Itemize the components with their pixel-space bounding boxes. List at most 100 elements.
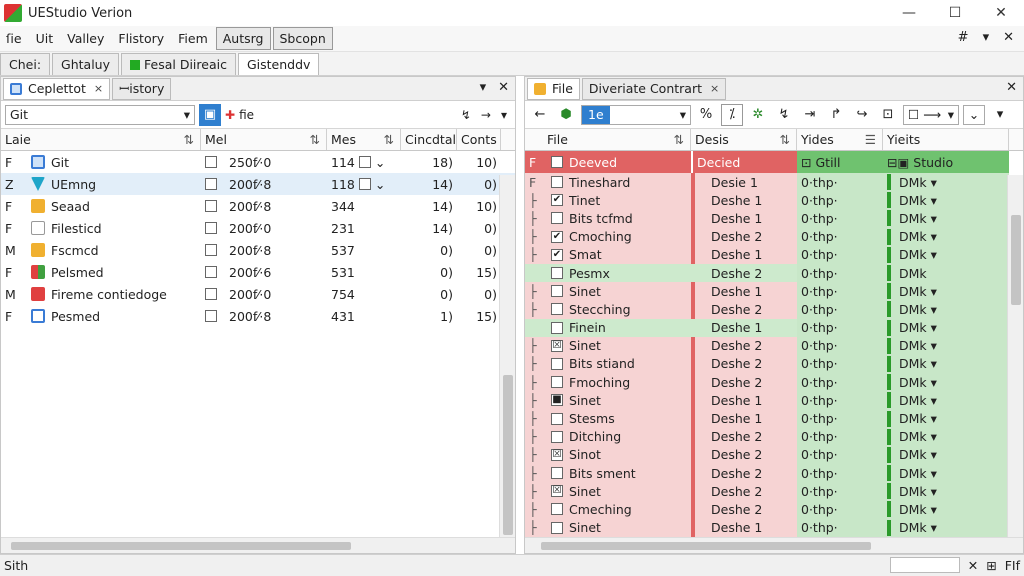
scroll-thumb[interactable] <box>1011 215 1021 305</box>
table-row-header-group[interactable]: F Deeved Decied ⊡ Gtill ⊟▣ Studio <box>525 151 1023 173</box>
menu-item-view[interactable]: Fiem <box>172 28 214 49</box>
checkbox[interactable] <box>551 267 563 280</box>
table-row[interactable]: ├ Stecching Deshe 2 0·thp· DMk ▾ <box>525 300 1023 319</box>
menu-item-history[interactable]: Flistory <box>112 28 170 49</box>
checkbox[interactable] <box>551 212 563 225</box>
row-checkbox[interactable] <box>201 283 225 305</box>
close-window-button[interactable]: ✕ <box>978 0 1024 26</box>
table-row[interactable]: ├ Sinet Deshe 1 0·thp· DMk ▾ <box>525 518 1023 537</box>
chevron-down-icon[interactable]: ▾ <box>983 30 990 45</box>
column-header-file[interactable]: File ⇅ <box>525 129 691 150</box>
checkbox[interactable] <box>551 156 563 168</box>
chevron-down-icon[interactable]: ▾ <box>501 108 507 122</box>
chevron-down-icon[interactable]: ▾ <box>989 104 1011 126</box>
column-header-mes[interactable]: Mes ⇅ <box>327 129 401 150</box>
checkbox[interactable] <box>551 321 563 334</box>
compare-icon[interactable]: ⁒ <box>721 103 743 126</box>
column-header-cincdtal[interactable]: Cincdtal <box>401 129 457 150</box>
menu-item-file[interactable]: ſie <box>0 28 28 49</box>
checkbox[interactable] <box>551 503 563 516</box>
checkbox[interactable] <box>205 200 217 212</box>
column-header-name[interactable]: Laie ⇅ <box>1 129 201 150</box>
table-row[interactable]: Finein Deshe 1 0·thp· DMk ▾ <box>525 318 1023 337</box>
repo-combo[interactable]: Git ▾ <box>5 104 195 125</box>
doc-tab-ghtaluy[interactable]: Ghtaluy <box>52 53 119 75</box>
table-row[interactable]: ├ ✔ Cmoching Deshe 2 0·thp· DMk ▾ <box>525 227 1023 246</box>
table-row[interactable]: ├ Stesms Deshe 1 0·thp· DMk ▾ <box>525 409 1023 428</box>
table-row[interactable]: ├ Fmoching Deshe 2 0·thp· DMk ▾ <box>525 373 1023 392</box>
sync-icon[interactable]: ↯ <box>773 104 795 126</box>
row-checkbox[interactable] <box>201 173 225 195</box>
menu-item-sbcopn[interactable]: Sbcopn <box>272 27 333 50</box>
row-checkbox[interactable] <box>201 261 225 283</box>
table-row[interactable]: ├ Sinet Deshe 1 0·thp· DMk ▾ <box>525 282 1023 301</box>
table-row[interactable]: ├ Bits tcfmd Deshe 1 0·thp· DMk ▾ <box>525 209 1023 228</box>
maximize-button[interactable]: ☐ <box>932 0 978 26</box>
scroll-thumb[interactable] <box>503 375 513 535</box>
dropdown-button[interactable]: ⌄ <box>963 104 985 125</box>
chevron-down-icon[interactable]: ▾ <box>480 80 487 95</box>
doc-tab-fesal[interactable]: Fesal Diireaic <box>121 53 236 75</box>
checkbox[interactable] <box>205 288 217 300</box>
table-row[interactable]: ├ Bits stiand Deshe 2 0·thp· DMk ▾ <box>525 354 1023 374</box>
arrow-left-icon[interactable]: ← <box>529 104 551 126</box>
checkbox[interactable]: ■ <box>551 394 563 407</box>
column-header-yides[interactable]: Yides ☰ <box>797 129 883 150</box>
column-header-desis[interactable]: Desis ⇅ <box>691 129 797 150</box>
table-row[interactable]: ├ Ditching Deshe 2 0·thp· DMk ▾ <box>525 427 1023 446</box>
close-tab-icon[interactable]: × <box>710 82 719 95</box>
checkbox[interactable] <box>551 430 563 443</box>
checkbox[interactable]: ☒ <box>551 485 563 498</box>
table-row[interactable]: ├ Cmeching Deshe 2 0·thp· DMk ▾ <box>525 500 1023 519</box>
close-icon[interactable]: ✕ <box>968 558 978 573</box>
table-row[interactable]: ├ ✔ Tinet Deshe 1 0·thp· DMk ▾ <box>525 191 1023 210</box>
checkbox[interactable] <box>358 156 371 168</box>
column-header-mel[interactable]: Mel ⇅ <box>201 129 327 150</box>
doc-tab-gistenddv[interactable]: Gistenddv <box>237 53 320 75</box>
close-tab-icon[interactable]: × <box>94 82 103 95</box>
up-icon[interactable]: ↱ <box>825 104 847 126</box>
sync-icon[interactable]: ↯ <box>461 108 471 122</box>
table-row[interactable]: M Fireme contiedoge 200f⁄·0 754 0) 0) <box>1 283 515 305</box>
tab-diveriate-contrart[interactable]: Diveriate Contrart × <box>581 77 727 100</box>
bug-icon[interactable]: ✲ <box>747 104 769 126</box>
table-row[interactable]: ├ ✔ Smat Deshe 1 0·thp· DMk ▾ <box>525 245 1023 264</box>
right-horizontal-scrollbar[interactable] <box>525 537 1023 553</box>
checkbox[interactable] <box>551 521 563 534</box>
tab-ceplettot[interactable]: Ceplettot × <box>3 77 111 100</box>
checkbox[interactable] <box>551 176 563 189</box>
checkbox[interactable] <box>358 178 371 190</box>
grid-icon[interactable]: ⊞ <box>986 558 996 573</box>
chevron-down-icon[interactable]: ⌄ <box>375 155 385 170</box>
table-row[interactable]: ├ ■ Sinet Deshe 1 0·thp· DMk ▾ <box>525 391 1023 410</box>
table-row[interactable]: F Pesmed 200f⁄·8 431 1) 15) <box>1 305 515 327</box>
checkbox[interactable]: ☒ <box>551 339 563 352</box>
close-icon[interactable]: ✕ <box>1003 30 1014 45</box>
checkbox[interactable] <box>551 303 563 316</box>
checkbox[interactable] <box>205 244 217 256</box>
table-row[interactable]: ├ ☒ Sinet Deshe 2 0·thp· DMk ▾ <box>525 482 1023 501</box>
table-row[interactable]: F Seaad 200f⁄·8 344 14) 10) <box>1 195 515 217</box>
table-row[interactable]: F Filesticd 200f⁄·0 231 14) 0) <box>1 217 515 239</box>
checkbox[interactable] <box>205 310 217 322</box>
chevron-down-icon[interactable]: ⌄ <box>375 177 385 192</box>
checkbox[interactable] <box>205 156 217 168</box>
checkbox[interactable] <box>205 266 217 278</box>
row-checkbox[interactable] <box>201 195 225 217</box>
checkbox[interactable]: ✔ <box>551 230 563 243</box>
arrow-right-icon[interactable]: → <box>481 108 491 122</box>
next-icon[interactable]: ⇥ <box>799 104 821 126</box>
close-icon[interactable]: ✕ <box>498 80 509 95</box>
table-row[interactable]: Z UEmng 200f⁄·8 118 ⌄ 14) 0) <box>1 173 515 195</box>
row-checkbox[interactable] <box>201 305 225 327</box>
mode-combo[interactable]: 1e ▾ <box>581 104 691 125</box>
doc-tab-chei[interactable]: Chei: <box>0 53 51 75</box>
table-row[interactable]: F Tineshard Desie 1 0·thp· DMk ▾ <box>525 173 1023 192</box>
view-combo[interactable]: ☐ ⟶ ▾ <box>903 104 959 125</box>
row-checkbox[interactable] <box>201 239 225 261</box>
scroll-thumb[interactable] <box>541 542 871 550</box>
table-row[interactable]: F Git 250f⁄·0 114 ⌄ 18) 10) <box>1 151 515 173</box>
shield-icon[interactable]: ⬢ <box>555 104 577 126</box>
checkbox[interactable]: ✔ <box>551 194 563 207</box>
checkbox[interactable]: ✔ <box>551 248 563 261</box>
